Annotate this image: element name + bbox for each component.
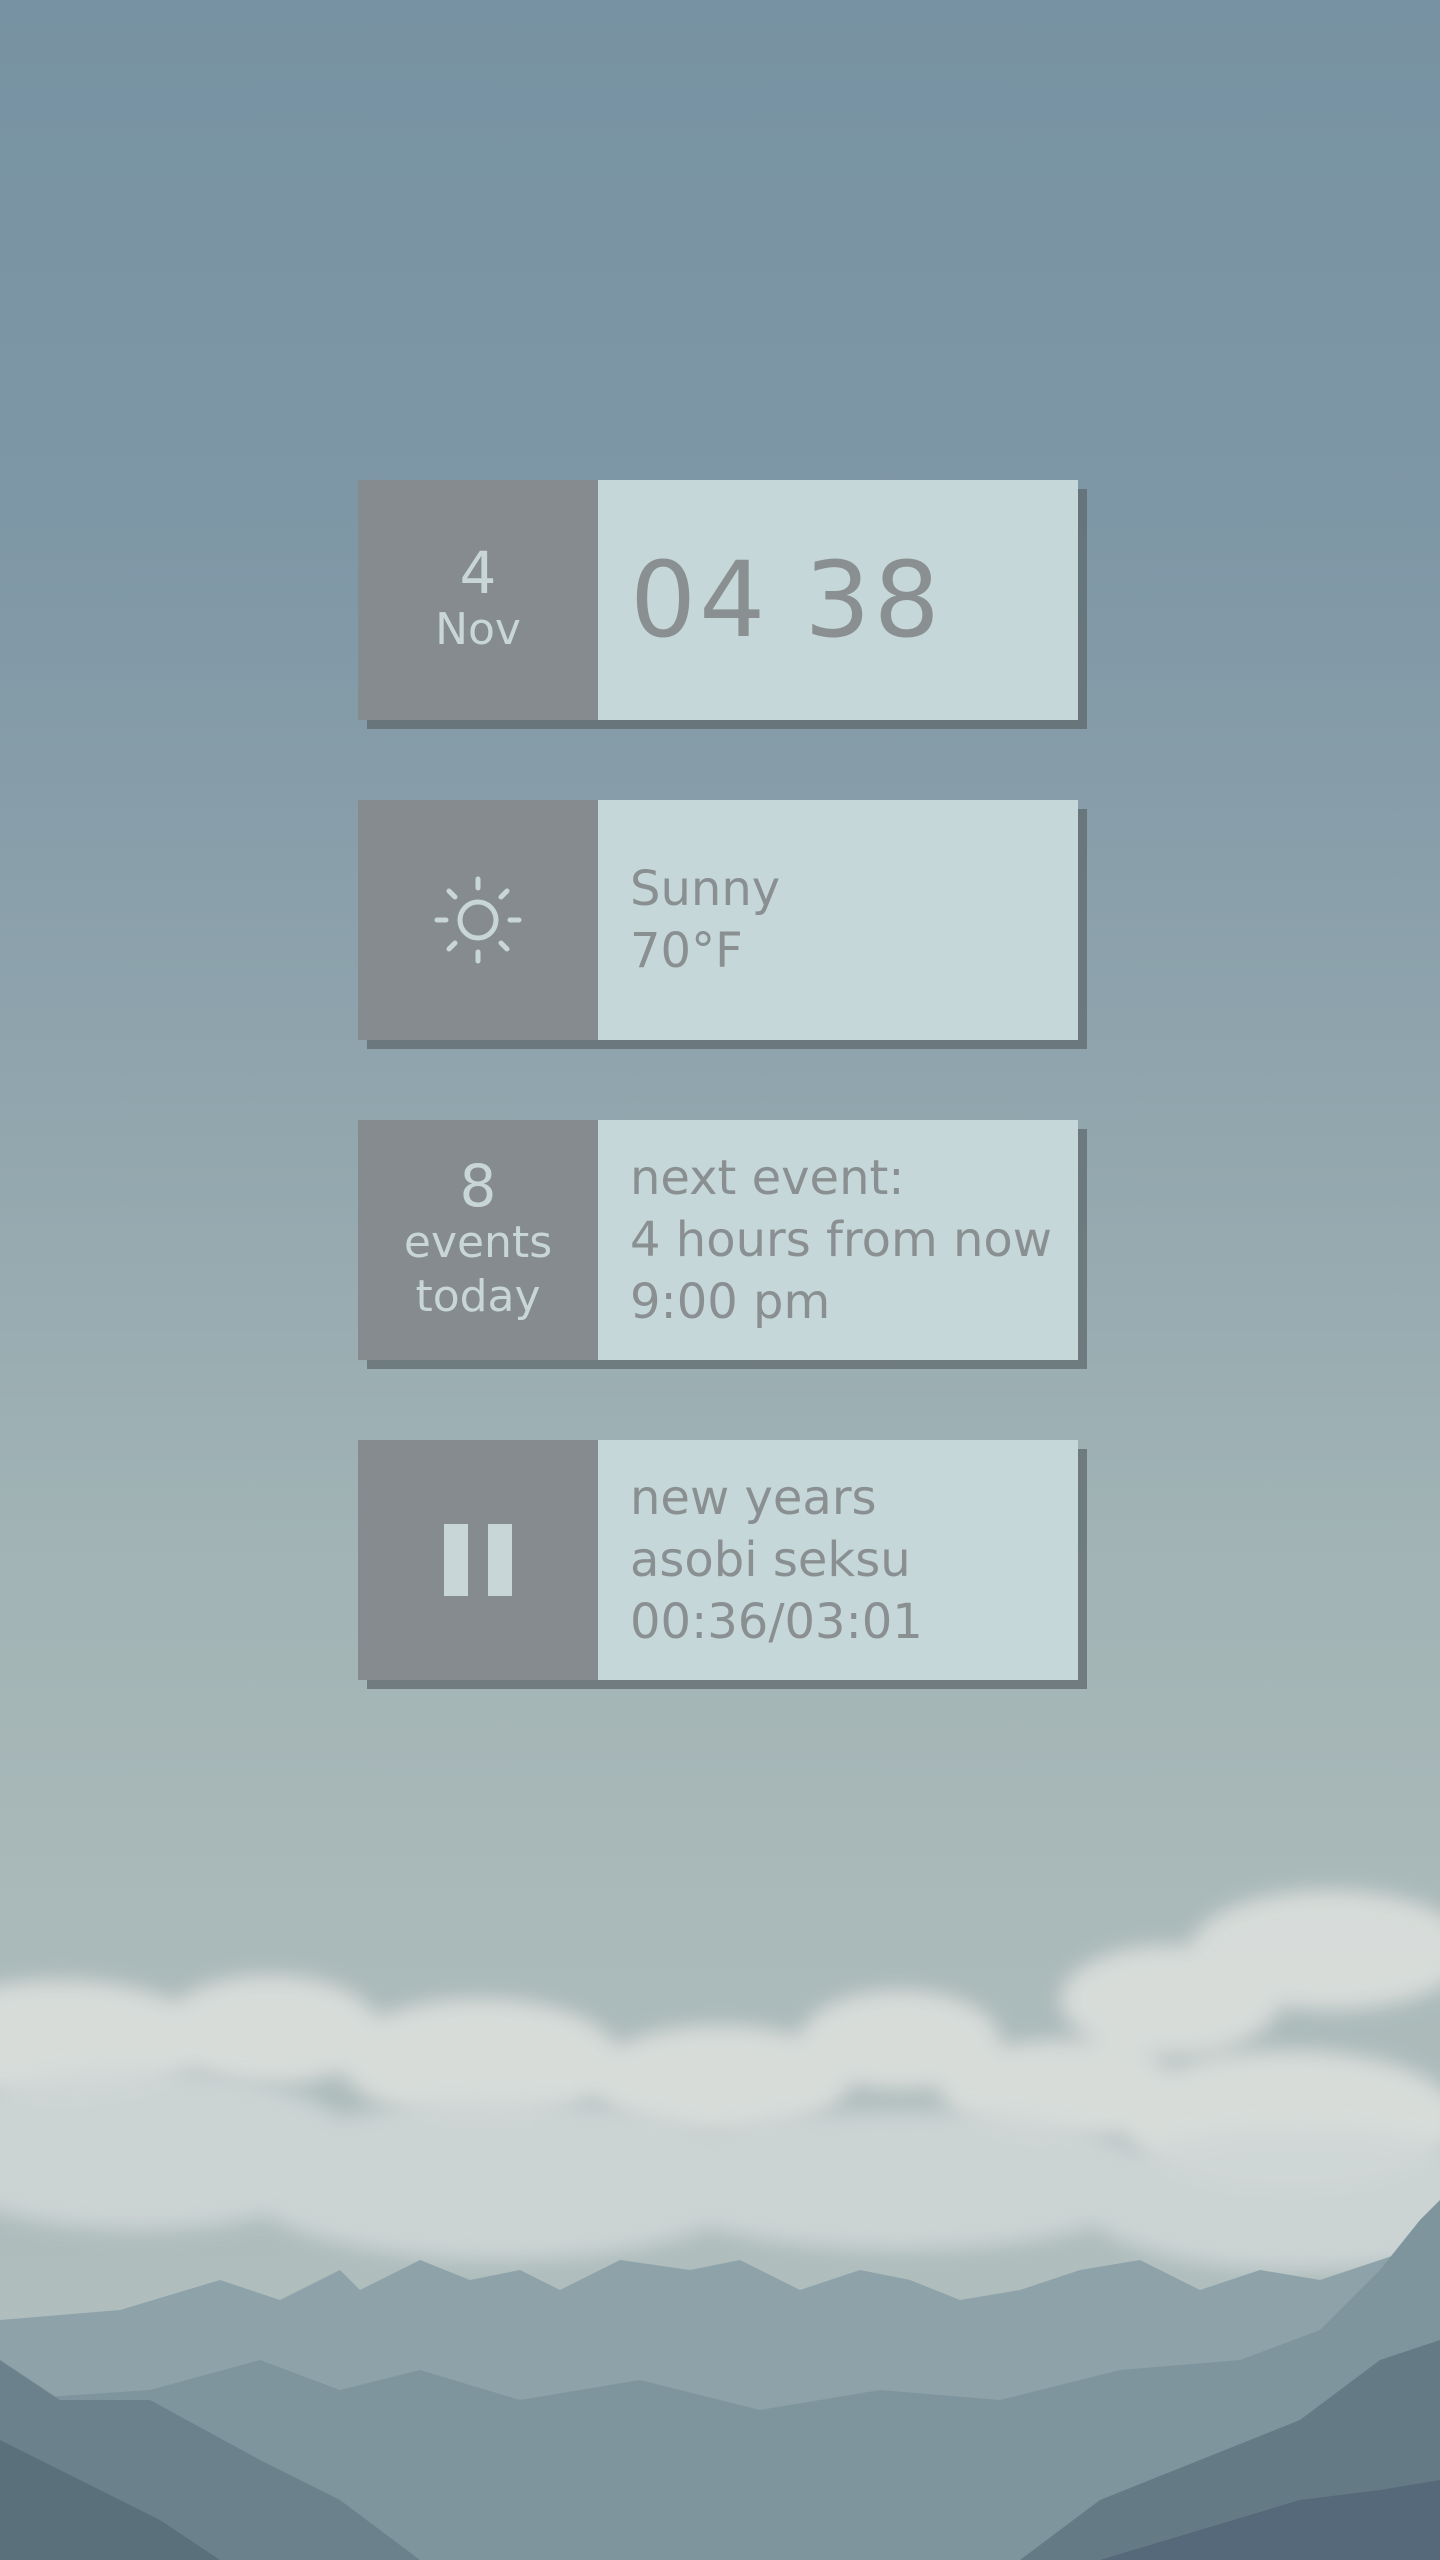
event-count-label-2: today [415, 1271, 541, 1322]
track-title: new years [630, 1470, 877, 1526]
track-info-tile: new years asobi seksu 00:36/03:01 [598, 1440, 1078, 1680]
date-tile: 4 Nov [358, 480, 598, 720]
track-artist: asobi seksu [630, 1532, 911, 1588]
track-progress: 00:36/03:01 [630, 1594, 923, 1650]
event-count: 8 [459, 1152, 497, 1220]
pause-button[interactable] [358, 1440, 598, 1680]
date-month: Nov [435, 604, 521, 655]
calendar-widget[interactable]: 8 events today next event: 4 hours from … [358, 1120, 1078, 1360]
music-widget: new years asobi seksu 00:36/03:01 [358, 1440, 1078, 1680]
weather-info-tile: Sunny 70°F [598, 800, 1078, 1040]
next-event-time: 9:00 pm [630, 1274, 831, 1330]
weather-condition: Sunny [630, 861, 781, 917]
date-day: 4 [459, 539, 497, 607]
next-event-label: next event: [630, 1150, 905, 1206]
time-tile: 04 38 [598, 480, 1078, 720]
pause-icon [444, 1524, 512, 1596]
weather-temperature: 70°F [630, 923, 743, 979]
event-count-label-1: events [403, 1217, 553, 1268]
mountain-landscape [0, 1890, 1440, 2560]
weather-widget[interactable]: Sunny 70°F [358, 800, 1078, 1040]
weather-icon-tile [358, 800, 598, 1040]
event-count-tile: 8 events today [358, 1120, 598, 1360]
next-event-tile: next event: 4 hours from now 9:00 pm [598, 1120, 1078, 1360]
time-display: 04 38 [630, 539, 943, 661]
clock-widget[interactable]: 4 Nov 04 38 [358, 480, 1078, 720]
next-event-relative-time: 4 hours from now [630, 1212, 1053, 1268]
sun-icon [434, 876, 522, 964]
